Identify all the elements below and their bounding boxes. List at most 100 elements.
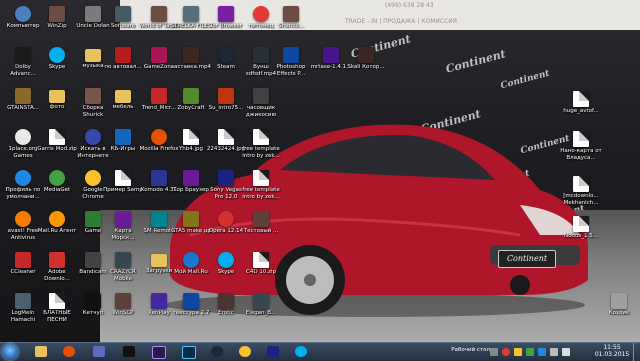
- premiere-icon: [152, 346, 166, 359]
- strelka-icon: [183, 6, 199, 22]
- sborka-icon: [85, 88, 101, 104]
- network-icon[interactable]: [550, 348, 558, 356]
- zaslonka-icon: [183, 47, 199, 63]
- desktop-icon-chasovshik[interactable]: часовщик джикосию: [240, 87, 282, 131]
- taskbar-pin[interactable]: [178, 344, 200, 359]
- desktop-icon-elegan[interactable]: Elegan_B...: [240, 292, 282, 336]
- tray-arrow-icon[interactable]: [490, 348, 498, 356]
- taskbar-pin[interactable]: [148, 344, 170, 359]
- desktop-icon-freetemp1[interactable]: free template intro by zek...: [240, 128, 282, 172]
- desktop-toolbar-button[interactable]: Рабочий стол: [451, 347, 490, 353]
- korzina-icon: [611, 293, 627, 309]
- gtainsta-icon: [15, 88, 31, 104]
- dvd-icon: [123, 346, 135, 357]
- start-button[interactable]: [2, 344, 18, 360]
- desktop-icon-korzina[interactable]: Козлик: [598, 292, 640, 336]
- volume-icon[interactable]: [562, 348, 570, 356]
- desktop-icon-mcdown[interactable]: [mcdownlo... Mekhanich...: [560, 175, 602, 219]
- taskbar-pin[interactable]: [234, 344, 256, 359]
- adobe-icon: [49, 252, 65, 268]
- sony-icon: [218, 170, 234, 186]
- wallpaper-logo: Continent: [499, 68, 551, 92]
- taskbar-pin[interactable]: [30, 344, 52, 359]
- steam-icon: [218, 47, 234, 63]
- chasovshik-icon: [253, 88, 269, 104]
- license-plate: Continent: [498, 250, 556, 268]
- desktop-icon-label: Тестовый ...: [243, 228, 279, 234]
- iskat-icon: [85, 129, 101, 145]
- profile-icon: [15, 170, 31, 186]
- kbgame-icon: [115, 129, 131, 145]
- desktop-icon-label: free template intro by zek...: [242, 146, 280, 159]
- c4d-icon: [253, 252, 269, 268]
- desktop-icon-huge[interactable]: huge_avtof...: [560, 90, 602, 134]
- desktop-icon-label: Elegan_B...: [245, 310, 277, 316]
- desktop-icon-skall[interactable]: Skall Котор...: [345, 46, 387, 90]
- karta-icon: [115, 211, 131, 227]
- freetemp1-icon: [253, 129, 269, 145]
- desktop-icon-nodus[interactable]: Nodus_1.5...: [560, 215, 602, 259]
- avtoval-icon: [115, 47, 131, 63]
- desktop-icon-label: часовщик джикосию: [245, 105, 277, 118]
- tray-app-icon[interactable]: [538, 348, 546, 356]
- desktop-icon-label: Nodus_1.5...: [563, 233, 599, 239]
- desktop-icon-label: C4D 10.zip: [246, 269, 276, 275]
- shurik-icon: [283, 6, 299, 22]
- kombi-icon: [151, 170, 167, 186]
- eratic-icon: [218, 293, 234, 309]
- antivirus-icon[interactable]: [502, 348, 510, 356]
- blatnye-icon: [49, 293, 65, 309]
- sm-icon: [151, 211, 167, 227]
- primer-icon: [115, 170, 131, 186]
- oprafs-icon: [218, 211, 234, 227]
- sujintro-icon: [218, 88, 234, 104]
- taskbar-pin[interactable]: [118, 344, 140, 359]
- xenplay-icon: [151, 293, 167, 309]
- desktop-icon-label: Photoshop Effects P...: [276, 64, 306, 77]
- dolby-icon: [15, 47, 31, 63]
- skype-icon: [49, 47, 65, 63]
- ccgame-icon: [115, 252, 131, 268]
- pitomec-icon: [253, 6, 269, 22]
- nano-icon: [573, 131, 589, 147]
- desktop-icon-tempbd[interactable]: Тестовый ...: [240, 210, 282, 254]
- desktop-icon-shurik[interactable]: Shurick...: [270, 5, 312, 49]
- show-desktop-button[interactable]: [633, 343, 640, 361]
- desktop-icon-label: free template intro by zek...: [242, 187, 280, 200]
- steam-icon: [211, 346, 223, 357]
- mrtasb-icon: [323, 47, 339, 63]
- chrome-icon: [239, 346, 251, 357]
- bandicam-icon: [85, 252, 101, 268]
- taskbar-pin[interactable]: [88, 344, 110, 359]
- clock[interactable]: 11:55 01.03.2015: [592, 344, 632, 358]
- tray-app-icon[interactable]: [514, 348, 522, 356]
- desktop-icon-nano[interactable]: Нано-карта от Владуса...: [560, 130, 602, 174]
- logmein-icon: [15, 293, 31, 309]
- yhb-icon: [183, 129, 199, 145]
- skyper-icon: [218, 252, 234, 268]
- desktop-icon-c4d[interactable]: C4D 10.zip: [240, 251, 282, 295]
- photoshop-icon: [182, 346, 196, 359]
- unclezoulias-icon: [85, 6, 101, 22]
- taskbar-pin[interactable]: [58, 344, 80, 359]
- winzip-icon: [49, 6, 65, 22]
- tray-app-icon[interactable]: [526, 348, 534, 356]
- mediaget-icon: [49, 170, 65, 186]
- foto-icon: [49, 90, 65, 103]
- elegan-icon: [253, 293, 269, 309]
- desktop-icon-photoshop[interactable]: Photoshop Effects P...: [270, 46, 312, 90]
- chrome-icon: [85, 170, 101, 186]
- desktop-icon-label: [mcdownlo... Mekhanich...: [563, 193, 599, 206]
- uqhe-icon: [151, 254, 167, 267]
- muzyka-icon: [85, 49, 101, 62]
- winamp-icon: [115, 293, 131, 309]
- desktop-icon-freetemp2[interactable]: free template intro by zek...: [240, 169, 282, 213]
- taskbar-pin[interactable]: [206, 344, 228, 359]
- soft2-icon: [115, 6, 131, 22]
- taskbar-pin[interactable]: [290, 344, 312, 359]
- zoby-icon: [183, 88, 199, 104]
- network-icon: [93, 346, 105, 357]
- onepl-icon: [15, 129, 31, 145]
- taskbar-pin[interactable]: [262, 344, 284, 359]
- mcdown-icon: [573, 176, 589, 192]
